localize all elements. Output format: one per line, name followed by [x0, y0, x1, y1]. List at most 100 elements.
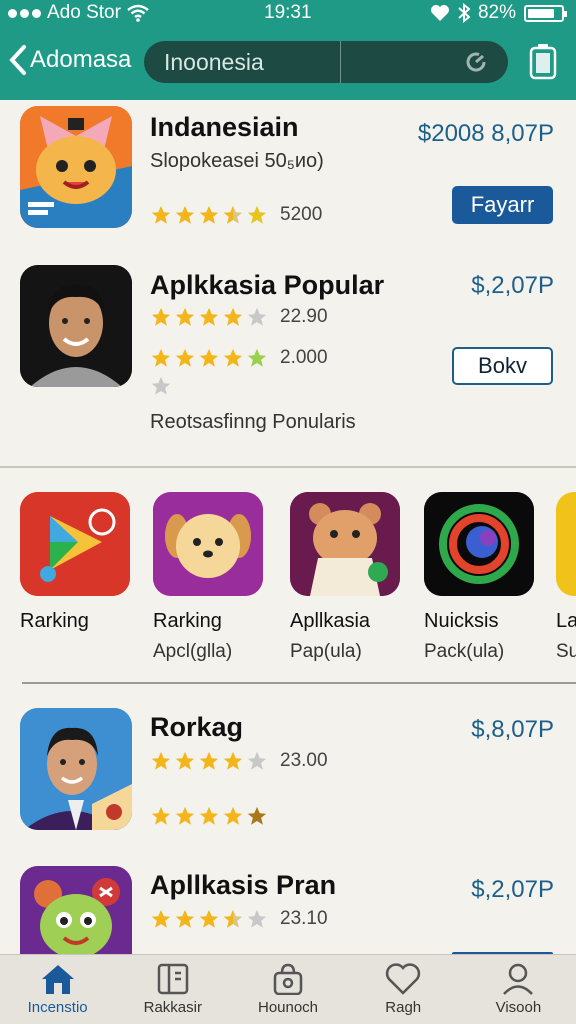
app-name: Indanesiain: [150, 112, 299, 142]
get-button[interactable]: Fayarr: [452, 186, 553, 224]
dog-icon: [153, 492, 263, 596]
divider: [22, 682, 576, 684]
star-icon: [151, 909, 171, 928]
empty-star-icon: [247, 751, 267, 770]
carousel-item[interactable]: Apllkasia Pap(ula): [290, 492, 410, 663]
star-rating: 23.00: [150, 750, 328, 772]
status-bar: Ado Stor 19:31 82%: [0, 0, 576, 26]
app-list-row[interactable]: Apllkasis Pran $,2,07P 23.10: [0, 858, 576, 954]
rating-count: 22.90: [280, 306, 328, 327]
carousel-item[interactable]: Nuicksis Pack(ula): [424, 492, 544, 663]
tab-favorites[interactable]: Ragh: [346, 955, 461, 1024]
nav-bar: Adomasa: [0, 26, 576, 100]
tab-label: Ragh: [385, 999, 422, 1016]
avatar: [20, 265, 132, 387]
star-icon: [223, 348, 243, 367]
heart-icon: [386, 963, 421, 995]
star-icon: [223, 806, 243, 825]
partial-icon: [556, 492, 576, 596]
back-button[interactable]: Adomasa: [8, 44, 131, 76]
carousel-item[interactable]: Rarking: [20, 492, 140, 641]
star-icon: [151, 751, 171, 770]
app-subtitle: Slopokeasei 50₅ᴎo): [150, 150, 324, 172]
carousel-item[interactable]: La Su: [556, 492, 576, 663]
star-icon: [199, 806, 219, 825]
battery-percent: 82%: [477, 2, 516, 23]
play-store-icon: [20, 492, 130, 596]
half-star-icon: [223, 909, 243, 928]
star-icon: [199, 348, 219, 367]
ranking-carousel: Rarking Rarking Apcl(glla) Apllkasia Pap…: [0, 492, 576, 672]
star-icon: [199, 909, 219, 928]
carrier-label: Ado Stor: [47, 2, 121, 23]
star-icon: [175, 751, 195, 770]
star-icon: [199, 751, 219, 770]
carousel-item-title: Rarking: [20, 610, 89, 632]
buy-button[interactable]: Bokv: [452, 347, 553, 385]
star-icon: [151, 806, 171, 825]
search-divider: [340, 41, 341, 83]
tab-bar: Incenstio Rakkasir Hounoch Ragh Visooh: [0, 954, 576, 1024]
star-rating: [150, 805, 268, 827]
app-list-row[interactable]: Rorkag $,8,07P 23.00: [0, 700, 576, 840]
hamster-mascot-icon: [20, 866, 132, 954]
carousel-item-title: Apllkasia: [290, 610, 371, 632]
star-icon: [175, 909, 195, 928]
home-icon: [41, 965, 74, 994]
star-icon: [175, 806, 195, 825]
star-icon: [175, 205, 195, 224]
book-icon: [157, 963, 189, 995]
app-name: Rorkag: [150, 712, 244, 742]
star-icon: [175, 307, 195, 326]
chevron-left-icon: [9, 45, 26, 75]
carousel-item-subtitle: Apcl(glla): [153, 641, 233, 662]
carousel-item-subtitle: Pack(ula): [424, 641, 505, 662]
app-name: Apllkasis Pran: [150, 870, 337, 900]
tab-label: Hounoch: [257, 999, 319, 1016]
clock: 19:31: [264, 2, 312, 23]
empty-star-icon: [247, 307, 267, 326]
avatar: [20, 708, 132, 830]
carousel-item-title: Nuicksis: [424, 610, 499, 632]
refresh-icon[interactable]: [464, 50, 488, 74]
swirl-icon: [424, 492, 534, 596]
star-rating: 5200: [150, 204, 322, 226]
rating-count: 5200: [280, 204, 323, 225]
app-price: $2008 8,07P: [417, 120, 554, 147]
wifi-icon: [127, 4, 149, 22]
star-icon: [151, 205, 171, 224]
carousel-item[interactable]: Rarking Apcl(glla): [153, 492, 273, 663]
tab-ranking[interactable]: Rakkasir: [115, 955, 230, 1024]
half-star-icon: [223, 205, 243, 224]
battery-icon: [524, 4, 567, 22]
section-title: Reotsasfinng Ponularis: [150, 411, 356, 433]
star-icon: [223, 307, 243, 326]
tab-home[interactable]: Incenstio: [0, 955, 115, 1024]
bag-icon: [273, 963, 303, 995]
signal-icon: [8, 8, 41, 18]
star-icon: [223, 751, 243, 770]
rating-count: 23.00: [280, 750, 328, 771]
tab-profile[interactable]: Visooh: [461, 955, 576, 1024]
rating-count: 23.10: [280, 908, 328, 929]
carousel-item-subtitle: Su: [556, 641, 576, 662]
search-bar[interactable]: [144, 41, 508, 83]
empty-star-icon: [247, 909, 267, 928]
divider: [0, 466, 576, 468]
carousel-item-title: La: [556, 610, 576, 632]
star-rating: 2.000: [150, 347, 328, 369]
person-icon: [503, 963, 534, 995]
search-input[interactable]: [144, 48, 340, 76]
tab-label: Visooh: [495, 999, 542, 1016]
tablet-icon[interactable]: [528, 43, 558, 81]
featured-app-row[interactable]: Indanesiain $2008 8,07P Slopokeasei 50₅ᴎ…: [0, 100, 576, 240]
empty-star-icon: [151, 376, 171, 395]
star-icon: [247, 205, 267, 224]
app-price: $,8,07P: [471, 716, 554, 743]
app-price: $,2,07P: [471, 272, 554, 299]
star-rating: 23.10: [150, 908, 328, 930]
tab-shop[interactable]: Hounoch: [230, 955, 345, 1024]
star-icon: [199, 205, 219, 224]
hamster-icon: [290, 492, 400, 596]
tab-label: Incenstio: [27, 999, 88, 1016]
